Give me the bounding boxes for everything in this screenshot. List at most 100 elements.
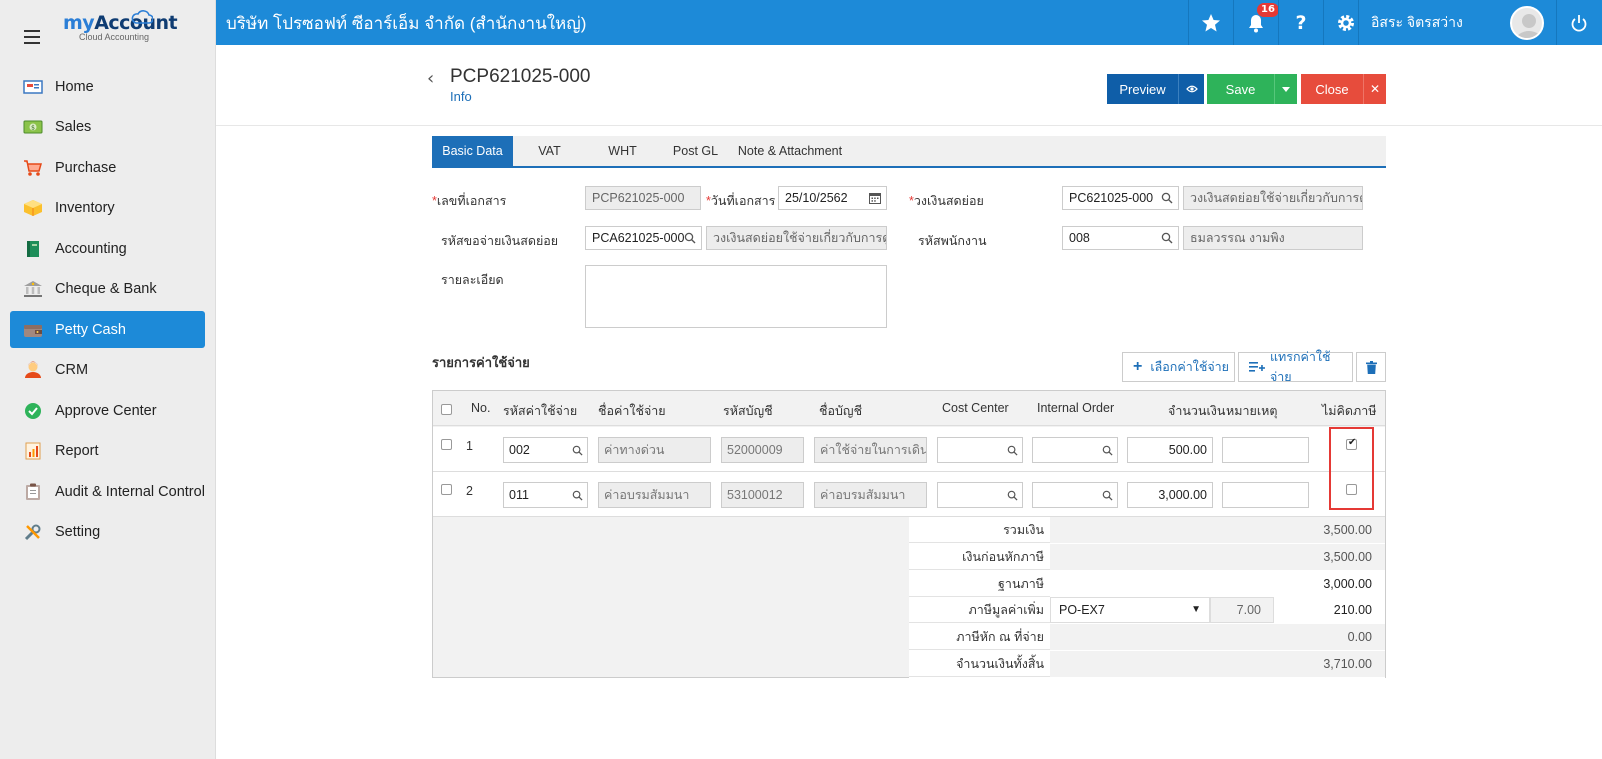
preview-eye-button[interactable] (1178, 74, 1204, 104)
check-circle-icon (23, 402, 43, 420)
search-icon[interactable] (572, 490, 583, 501)
top-bar: บริษัท โปรซอฟท์ ซีอาร์เอ็ม จำกัด (สำนักง… (216, 0, 1602, 45)
detail-textarea[interactable] (585, 265, 887, 328)
summary-taxbase-label: ฐานภาษี (909, 571, 1050, 597)
company-name: บริษัท โปรซอฟท์ ซีอาร์เอ็ม จำกัด (สำนักง… (226, 14, 587, 33)
favorites-button[interactable] (1188, 0, 1233, 45)
sidebar-item-petty-cash[interactable]: Petty Cash (10, 311, 205, 348)
sidebar: myAccount Cloud Accounting Home $ Sales … (0, 0, 216, 759)
remark-field[interactable] (1222, 482, 1309, 508)
petty-fund-label: *วงเงินสดย่อย (909, 191, 984, 211)
sidebar-item-report[interactable]: Report (10, 433, 205, 470)
select-expense-label: เลือกค่าใช้จ่าย (1150, 360, 1229, 374)
cost-center-field[interactable] (937, 482, 1023, 508)
tab-basic-data[interactable]: Basic Data (432, 136, 513, 166)
header-divider (216, 125, 1602, 126)
employee-code-field[interactable]: 008 (1062, 226, 1179, 250)
tab-wht[interactable]: WHT (586, 136, 659, 166)
col-account-code: รหัสบัญชี (723, 404, 773, 418)
sidebar-item-approve-center[interactable]: Approve Center (10, 392, 205, 429)
petty-fund-code-field[interactable]: PC621025-000 (1062, 186, 1179, 210)
expenses-table: No. รหัสค่าใช้จ่าย ชื่อค่าใช้จ่าย รหัสบั… (432, 390, 1386, 678)
logo-text-my: my (63, 12, 95, 34)
sidebar-item-label: Report (55, 443, 99, 459)
doc-date-value: 25/10/2562 (785, 191, 848, 205)
back-button[interactable]: ‹ (427, 68, 434, 89)
notifications-button[interactable]: 16 (1233, 0, 1279, 45)
close-x-button[interactable]: ✕ (1363, 74, 1386, 104)
sidebar-item-audit[interactable]: Audit & Internal Control (10, 473, 205, 510)
request-name-field: วงเงินสดย่อยใช้จ่ายเกี่ยวกับการดูแล (706, 226, 887, 250)
tab-note-attachment[interactable]: Note & Attachment (732, 136, 848, 166)
expense-code-field[interactable]: 011 (503, 482, 588, 508)
money-icon: $ (23, 118, 43, 136)
summary-grand-value: 3,710.00 (1050, 651, 1385, 677)
vat-amount-value: 210.00 (1274, 597, 1385, 623)
sidebar-item-accounting[interactable]: Accounting (10, 230, 205, 267)
save-dropdown-button[interactable] (1274, 74, 1297, 104)
sidebar-item-home[interactable]: Home (10, 68, 205, 105)
user-menu[interactable]: อิสระ จิตรสว่าง (1358, 0, 1528, 45)
people-icon (23, 361, 43, 379)
search-icon[interactable] (1102, 445, 1113, 456)
doc-date-field[interactable]: 25/10/2562 (778, 186, 887, 210)
tab-vat[interactable]: VAT (513, 136, 586, 166)
help-button[interactable]: ? (1278, 0, 1323, 45)
doc-no-field: PCP621025-000 (585, 186, 701, 210)
expenses-title: รายการค่าใช้จ่าย (432, 355, 530, 370)
save-button[interactable]: Save (1207, 74, 1274, 104)
internal-order-field[interactable] (1032, 482, 1118, 508)
tab-post-gl[interactable]: Post GL (659, 136, 732, 166)
select-expense-button[interactable]: + เลือกค่าใช้จ่าย (1122, 352, 1235, 382)
cost-center-field[interactable] (937, 437, 1023, 463)
preview-button[interactable]: Preview (1107, 74, 1178, 104)
report-icon (23, 442, 43, 460)
row-checkbox[interactable] (441, 484, 452, 495)
eye-icon (1185, 85, 1198, 93)
employee-label: รหัสพนักงาน (918, 234, 987, 248)
search-icon[interactable] (684, 232, 696, 244)
summary-pretax-label: เงินก่อนหักภาษี (909, 544, 1050, 570)
cloud-icon (131, 10, 153, 24)
search-icon[interactable] (572, 445, 583, 456)
avatar[interactable] (1510, 6, 1544, 40)
logo-row: myAccount Cloud Accounting (0, 0, 215, 68)
caret-down-icon (1282, 86, 1290, 92)
page-subtitle[interactable]: Info (450, 89, 472, 104)
summary-wht-row: ภาษีหัก ณ ที่จ่าย 0.00 (909, 624, 1385, 651)
logout-button[interactable] (1556, 0, 1601, 45)
sidebar-item-crm[interactable]: CRM (10, 352, 205, 389)
search-icon[interactable] (1161, 192, 1173, 204)
sidebar-item-sales[interactable]: $ Sales (10, 109, 205, 146)
sidebar-item-purchase[interactable]: Purchase (10, 149, 205, 186)
delete-expense-button[interactable] (1356, 352, 1386, 382)
summary-taxbase-value: 3,000.00 (1050, 571, 1385, 597)
amount-field[interactable]: 500.00 (1127, 437, 1213, 463)
amount-field[interactable]: 3,000.00 (1127, 482, 1213, 508)
sidebar-item-inventory[interactable]: Inventory (10, 190, 205, 227)
cart-icon (23, 159, 43, 177)
col-remark: หมายเหตุ (1226, 404, 1278, 418)
expense-code-field[interactable]: 002 (503, 437, 588, 463)
remark-field[interactable] (1222, 437, 1309, 463)
search-icon[interactable] (1161, 232, 1173, 244)
search-icon[interactable] (1007, 490, 1018, 501)
insert-expense-button[interactable]: แทรกค่าใช้จ่าย (1238, 350, 1353, 384)
vat-rate-field: 7.00 (1210, 597, 1274, 623)
search-icon[interactable] (1007, 445, 1018, 456)
sidebar-item-setting[interactable]: Setting (10, 514, 205, 551)
sidebar-item-label: Approve Center (55, 402, 157, 419)
clipboard-icon (23, 483, 43, 501)
sidebar-item-cheque-bank[interactable]: Cheque & Bank (10, 271, 205, 308)
app-logo[interactable]: myAccount Cloud Accounting (63, 10, 178, 42)
search-icon[interactable] (1102, 490, 1113, 501)
calendar-icon[interactable] (869, 192, 881, 204)
vat-code-select[interactable]: PO-EX7 ▼ (1050, 597, 1210, 623)
internal-order-field[interactable] (1032, 437, 1118, 463)
request-code-field[interactable]: PCA621025-000 (585, 226, 702, 250)
hamburger-menu-icon[interactable] (24, 30, 40, 44)
close-button[interactable]: Close (1301, 74, 1363, 104)
row-checkbox[interactable] (441, 439, 452, 450)
select-all-checkbox[interactable] (441, 404, 452, 415)
vat-code-value: PO-EX7 (1059, 603, 1105, 617)
